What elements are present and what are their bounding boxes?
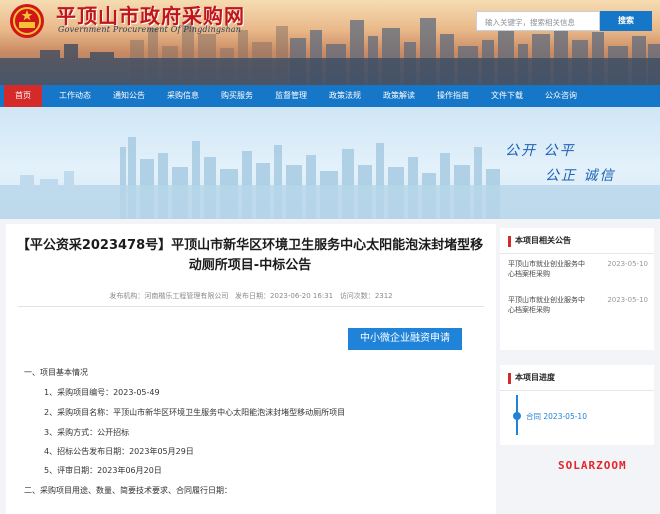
divider xyxy=(18,306,484,307)
nav-item-work-news[interactable]: 工作动态 xyxy=(59,85,91,107)
related-notice-line2: 心档案柜采购 xyxy=(508,306,550,314)
related-notice-line2: 心档案柜采购 xyxy=(508,270,550,278)
project-progress-header: 本项目进度 xyxy=(500,365,654,391)
accent-bar xyxy=(508,236,511,247)
meta-publisher-label: 发布机构： xyxy=(109,292,145,300)
meta-views-label: 访问次数： xyxy=(339,292,375,300)
search-button[interactable]: 搜索 xyxy=(600,11,652,31)
accent-bar xyxy=(508,373,511,384)
national-emblem-logo xyxy=(10,4,44,38)
main-nav: 首页 工作动态 通知公告 采购信息 购买服务 监督管理 政策法规 政策解读 操作… xyxy=(0,85,660,107)
related-notice-date: 2023-05-10 xyxy=(607,296,648,304)
nav-item-home[interactable]: 首页 xyxy=(4,85,42,107)
watermark: SOLARZOOM xyxy=(558,459,627,472)
section-heading: 二、采购项目用途、数量、简要技术要求、合同履行日期： xyxy=(24,486,232,495)
article-panel: 【平公资采2023478号】平顶山市新华区环境卫生服务中心太阳能泡沫封堵型移动厕… xyxy=(6,224,496,514)
nav-item-downloads[interactable]: 文件下载 xyxy=(491,85,523,107)
article-meta: 发布机构：河南楷乐工程管理有限公司 发布日期：2023-06-20 16:31 … xyxy=(6,291,496,301)
nav-item-guide[interactable]: 操作指南 xyxy=(437,85,469,107)
banner-slogan-line2: 公正 诚信 xyxy=(545,168,616,184)
nav-item-regulations[interactable]: 政策法规 xyxy=(329,85,361,107)
site-header: 平顶山市政府采购网 Government Procurement Of Ping… xyxy=(0,0,660,85)
related-notice-item[interactable]: 平顶山市就业创业服务中 心档案柜采购 2023-05-10 xyxy=(508,259,656,279)
nav-item-notices[interactable]: 通知公告 xyxy=(113,85,145,107)
nav-item-purchase-service[interactable]: 购买服务 xyxy=(221,85,253,107)
article-line: 5、评审日期：2023年06月20日 xyxy=(44,466,162,475)
section-heading: 一、项目基本情况 xyxy=(24,368,88,377)
nav-item-procurement-info[interactable]: 采购信息 xyxy=(167,85,199,107)
project-progress-title: 本项目进度 xyxy=(515,373,555,382)
meta-date: 2023-06-20 16:31 xyxy=(270,292,334,300)
meta-views: 2312 xyxy=(374,292,393,300)
banner-slogan-line1: 公开 公平 xyxy=(505,143,576,159)
article-line: 3、采购方式：公开招标 xyxy=(44,428,130,437)
project-progress-panel: 本项目进度 合同 2023-05-10 xyxy=(500,365,654,445)
meta-publisher: 河南楷乐工程管理有限公司 xyxy=(144,292,229,300)
article-line: 1、采购项目编号：2023-05-49 xyxy=(44,388,160,397)
related-notice-date: 2023-05-10 xyxy=(607,260,648,268)
article-title: 【平公资采2023478号】平顶山市新华区环境卫生服务中心太阳能泡沫封堵型移动厕… xyxy=(16,238,484,273)
meta-date-label: 发布日期： xyxy=(235,292,271,300)
nav-item-policy-interpretation[interactable]: 政策解读 xyxy=(383,85,415,107)
article-line: 4、招标公告发布日期：2023年05月29日 xyxy=(44,447,194,456)
article-line: 2、采购项目名称：平顶山市新华区环境卫生服务中心太阳能泡沫封堵型移动厕所项目 xyxy=(44,408,346,417)
site-subtitle: Government Procurement Of Pingdingshan xyxy=(58,25,242,34)
sme-financing-apply-button[interactable]: 中小微企业融资申请 xyxy=(348,328,462,350)
search-input[interactable]: 输入关键字，搜索相关信息 xyxy=(476,11,600,31)
nav-item-public-consult[interactable]: 公众咨询 xyxy=(545,85,577,107)
progress-dot xyxy=(513,412,521,420)
related-notices-panel: 本项目相关公告 平顶山市就业创业服务中 心档案柜采购 2023-05-10 平顶… xyxy=(500,228,654,350)
related-notices-title: 本项目相关公告 xyxy=(515,236,571,245)
progress-item[interactable]: 合同 2023-05-10 xyxy=(526,411,587,422)
banner: 公开 公平 公正 诚信 xyxy=(0,107,660,219)
related-notices-header: 本项目相关公告 xyxy=(500,228,654,254)
related-notice-item[interactable]: 平顶山市就业创业服务中 心档案柜采购 2023-05-10 xyxy=(508,295,656,315)
nav-item-supervision[interactable]: 监督管理 xyxy=(275,85,307,107)
banner-skyline-image xyxy=(0,137,660,219)
